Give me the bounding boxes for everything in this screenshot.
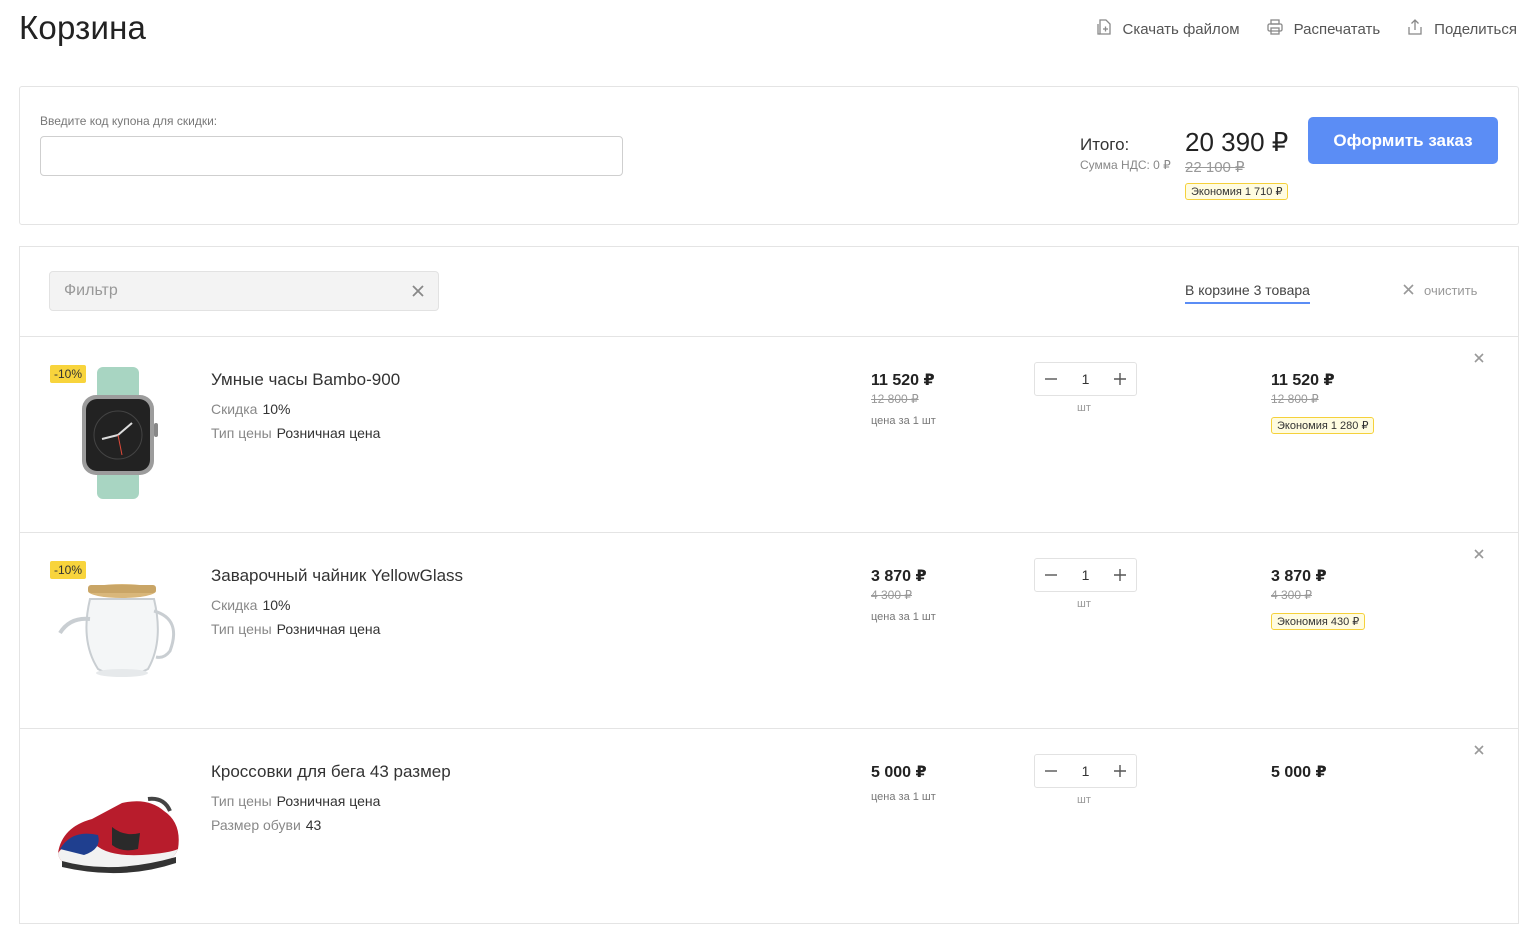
download-file-button[interactable]: Скачать файлом <box>1095 18 1240 40</box>
minus-icon[interactable] <box>1044 568 1058 582</box>
quantity-value[interactable]: 1 <box>1082 371 1090 387</box>
prop-value: Розничная цена <box>276 621 381 637</box>
prop-label: Тип цены <box>211 425 272 441</box>
quantity-value[interactable]: 1 <box>1082 567 1090 583</box>
product-prop: Размер обуви 43 <box>211 817 321 833</box>
vat-label: Сумма НДС: 0 ₽ <box>1080 158 1171 172</box>
product-prop: Тип цены Розничная цена <box>211 621 380 637</box>
unit-price: 5 000 ₽ <box>871 764 927 781</box>
download-file-icon <box>1095 18 1113 40</box>
per-unit-label: цена за 1 шт <box>871 415 936 427</box>
cart-list: Фильтр В корзине 3 товара очистить -10% … <box>19 246 1519 924</box>
total-label: Итого: <box>1080 135 1130 154</box>
prop-label: Скидка <box>211 597 258 613</box>
quantity-value[interactable]: 1 <box>1082 763 1090 779</box>
plus-icon[interactable] <box>1113 568 1127 582</box>
prop-value: Розничная цена <box>276 425 381 441</box>
total-price: 20 390 ₽ <box>1185 127 1289 157</box>
quantity-unit: шт <box>1077 402 1091 414</box>
remove-item-icon[interactable] <box>1473 743 1485 755</box>
prop-label: Размер обуви <box>211 817 301 833</box>
print-button[interactable]: Распечатать <box>1266 18 1381 40</box>
product-image-sneakers[interactable] <box>52 757 184 893</box>
discount-badge: -10% <box>50 365 87 383</box>
coupon-input[interactable] <box>40 136 623 176</box>
cart-item: -10% Заварочный чайник YellowGlass Скидк… <box>20 533 1518 729</box>
cart-item: Кроссовки для бега 43 размер Тип цены Роз… <box>20 729 1518 925</box>
quantity-stepper: 1 <box>1034 362 1137 396</box>
filter-placeholder: Фильтр <box>64 282 118 299</box>
quantity-unit: шт <box>1077 794 1091 806</box>
clear-cart-button[interactable]: очистить <box>1403 283 1477 298</box>
per-unit-label: цена за 1 шт <box>871 611 936 623</box>
page-title: Корзина <box>19 9 147 46</box>
product-name[interactable]: Заварочный чайник YellowGlass <box>211 566 463 586</box>
sum-saving: Экономия 1 280 ₽ <box>1271 417 1375 434</box>
print-label: Распечатать <box>1293 20 1381 38</box>
total-saving: Экономия 1 710 ₽ <box>1185 183 1289 200</box>
sum-price: 5 000 ₽ <box>1271 764 1327 781</box>
minus-icon[interactable] <box>1044 764 1058 778</box>
clear-cart-label: очистить <box>1424 283 1478 298</box>
total-old-price: 22 100 ₽ <box>1185 159 1245 176</box>
product-prop: Тип цены Розничная цена <box>211 793 380 809</box>
prop-value: 43 <box>305 817 322 833</box>
sum-saving-badge: Экономия 430 ₽ <box>1271 612 1366 630</box>
product-prop: Тип цены Розничная цена <box>211 425 380 441</box>
product-name[interactable]: Кроссовки для бега 43 размер <box>211 762 451 782</box>
sum-price: 3 870 ₽ <box>1271 568 1327 585</box>
order-summary: Введите код купона для скидки: Итого: Су… <box>19 86 1519 225</box>
quantity-stepper: 1 <box>1034 558 1137 592</box>
prop-label: Скидка <box>211 401 258 417</box>
minus-icon[interactable] <box>1044 372 1058 386</box>
printer-icon <box>1266 18 1284 40</box>
sum-price: 11 520 ₽ <box>1271 372 1335 389</box>
per-unit-label: цена за 1 шт <box>871 791 936 803</box>
discount-badge: -10% <box>50 561 87 579</box>
share-label: Поделиться <box>1434 20 1517 38</box>
prop-value: 10% <box>262 597 291 613</box>
share-icon <box>1406 18 1424 40</box>
unit-old-price: 12 800 ₽ <box>871 392 919 406</box>
prop-label: Тип цены <box>211 621 272 637</box>
remove-item-icon[interactable] <box>1473 547 1485 559</box>
clear-filter-icon[interactable] <box>410 283 426 299</box>
product-prop: Скидка 10% <box>211 401 290 417</box>
product-image-teapot[interactable] <box>52 561 184 697</box>
top-actions: Скачать файлом Распечатать Поделиться <box>1069 18 1517 40</box>
total-saving-badge: Экономия 1 710 ₽ <box>1185 182 1289 200</box>
prop-value: Розничная цена <box>276 793 381 809</box>
filter-bar: Фильтр В корзине 3 товара очистить <box>20 247 1518 337</box>
filter-input[interactable]: Фильтр <box>49 271 439 311</box>
product-image-watch[interactable] <box>52 365 184 501</box>
quantity-unit: шт <box>1077 598 1091 610</box>
close-icon <box>1403 283 1414 298</box>
share-button[interactable]: Поделиться <box>1406 18 1517 40</box>
prop-label: Тип цены <box>211 793 272 809</box>
sum-old-price: 12 800 ₽ <box>1271 392 1319 406</box>
sum-saving: Экономия 430 ₽ <box>1271 613 1366 630</box>
sum-saving-badge: Экономия 1 280 ₽ <box>1271 416 1375 434</box>
cart-item: -10% Умные часы Bambo-900 Скидка 10% Тип … <box>20 337 1518 533</box>
plus-icon[interactable] <box>1113 372 1127 386</box>
product-name[interactable]: Умные часы Bambo-900 <box>211 370 400 390</box>
product-prop: Скидка 10% <box>211 597 290 613</box>
remove-item-icon[interactable] <box>1473 351 1485 363</box>
unit-old-price: 4 300 ₽ <box>871 588 912 602</box>
download-file-label: Скачать файлом <box>1122 20 1240 38</box>
plus-icon[interactable] <box>1113 764 1127 778</box>
prop-value: 10% <box>262 401 291 417</box>
cart-count-tab[interactable]: В корзине 3 товара <box>1185 282 1310 304</box>
sum-old-price: 4 300 ₽ <box>1271 588 1312 602</box>
unit-price: 3 870 ₽ <box>871 568 927 585</box>
checkout-button[interactable]: Оформить заказ <box>1308 117 1498 164</box>
coupon-label: Введите код купона для скидки: <box>40 114 218 128</box>
quantity-stepper: 1 <box>1034 754 1137 788</box>
unit-price: 11 520 ₽ <box>871 372 935 389</box>
